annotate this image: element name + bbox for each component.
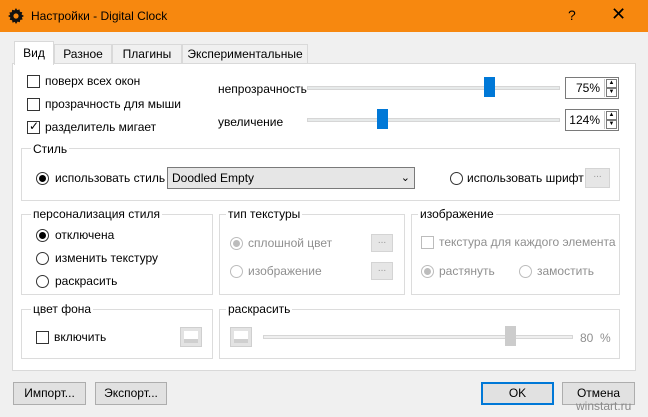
colorize-unit: % [600, 331, 611, 345]
use-font-radio[interactable] [450, 172, 463, 185]
use-style-label: использовать стиль [55, 171, 166, 185]
close-button[interactable]: ✕ [611, 4, 626, 25]
background-enable-checkbox[interactable] [36, 331, 49, 344]
image-group [411, 214, 620, 295]
change-texture-radio[interactable] [36, 252, 49, 265]
tab-experimental[interactable]: Экспериментальные [182, 44, 308, 64]
per-element-label: текстура для каждого элемента [439, 235, 616, 249]
mouse-transparent-checkbox[interactable] [27, 98, 40, 111]
font-browse-button[interactable]: ... [585, 168, 610, 188]
colorize-group [219, 309, 620, 359]
colorize-color-button[interactable] [230, 327, 252, 347]
mouse-transparent-label: прозрачность для мыши [45, 97, 181, 111]
ok-button[interactable]: OK [481, 382, 554, 405]
customize-group-label: персонализация стиля [31, 207, 162, 221]
help-button[interactable]: ? [568, 7, 576, 23]
export-button[interactable]: Экспорт... [95, 382, 167, 405]
colorize-label: раскрасить [55, 274, 118, 288]
background-enable-label: включить [54, 330, 107, 344]
spin-up-icon[interactable]: ▲ [606, 111, 617, 120]
opacity-slider[interactable] [307, 86, 560, 90]
texture-type-group [219, 214, 405, 295]
zoom-value: 124% [569, 113, 600, 127]
stretch-label: растянуть [439, 264, 495, 278]
solid-color-button[interactable]: ... [371, 234, 393, 252]
zoom-label: увеличение [218, 115, 284, 129]
watermark: winstart.ru [576, 399, 632, 413]
style-select-value: Doodled Empty [172, 171, 255, 185]
spin-up-icon[interactable]: ▲ [606, 79, 617, 88]
tile-label: замостить [537, 264, 595, 278]
customize-disabled-label: отключена [55, 228, 115, 242]
texture-type-group-label: тип текстуры [226, 207, 303, 221]
colorize-group-label: раскрасить [226, 302, 293, 316]
stretch-radio[interactable] [421, 265, 434, 278]
texture-image-radio[interactable] [230, 265, 243, 278]
style-group-label: Стиль [31, 142, 70, 156]
colorize-radio[interactable] [36, 275, 49, 288]
zoom-spinbox[interactable]: 124% ▲ ▼ [565, 109, 619, 131]
background-color-button[interactable] [180, 327, 202, 347]
colorize-slider[interactable] [263, 335, 573, 339]
chevron-down-icon: ⌄ [400, 172, 410, 184]
solid-color-label: сплошной цвет [248, 236, 333, 250]
opacity-spinbox[interactable]: 75% ▲ ▼ [565, 77, 619, 99]
tab-misc[interactable]: Разное [54, 44, 112, 64]
blink-separator-checkbox[interactable]: ✓ [27, 119, 40, 134]
on-top-checkbox[interactable] [27, 75, 40, 88]
solid-color-radio[interactable] [230, 237, 243, 250]
change-texture-label: изменить текстуру [55, 251, 158, 265]
colorize-slider-thumb[interactable] [505, 326, 516, 346]
use-style-radio[interactable] [36, 172, 49, 185]
opacity-slider-thumb[interactable] [484, 77, 495, 97]
import-button[interactable]: Импорт... [13, 382, 86, 405]
per-element-checkbox[interactable] [421, 236, 434, 249]
window-title: Настройки - Digital Clock [31, 9, 168, 23]
spin-down-icon[interactable]: ▼ [606, 120, 617, 129]
opacity-value: 75% [575, 81, 600, 95]
tile-radio[interactable] [519, 265, 532, 278]
opacity-label: непрозрачность [218, 82, 307, 96]
blink-separator-label: разделитель мигает [45, 120, 157, 134]
image-group-label: изображение [418, 207, 496, 221]
style-select[interactable]: Doodled Empty ⌄ [167, 167, 415, 189]
texture-image-button[interactable]: ... [371, 262, 393, 280]
use-font-label: использовать шрифт [467, 171, 584, 185]
on-top-label: поверх всех окон [45, 74, 141, 88]
checkmark-icon: ✓ [29, 119, 40, 133]
spin-down-icon[interactable]: ▼ [606, 88, 617, 97]
colorize-value: 80 [580, 331, 594, 345]
customize-disabled-radio[interactable] [36, 229, 49, 242]
zoom-slider[interactable] [307, 118, 560, 122]
tab-plugins[interactable]: Плагины [112, 44, 182, 64]
title-bar: Настройки - Digital Clock ? ✕ [0, 0, 648, 32]
zoom-slider-thumb[interactable] [377, 109, 388, 129]
background-group-label: цвет фона [31, 302, 94, 316]
gear-icon [8, 8, 24, 24]
texture-image-label: изображение [248, 264, 322, 278]
tab-view[interactable]: Вид [14, 41, 54, 65]
